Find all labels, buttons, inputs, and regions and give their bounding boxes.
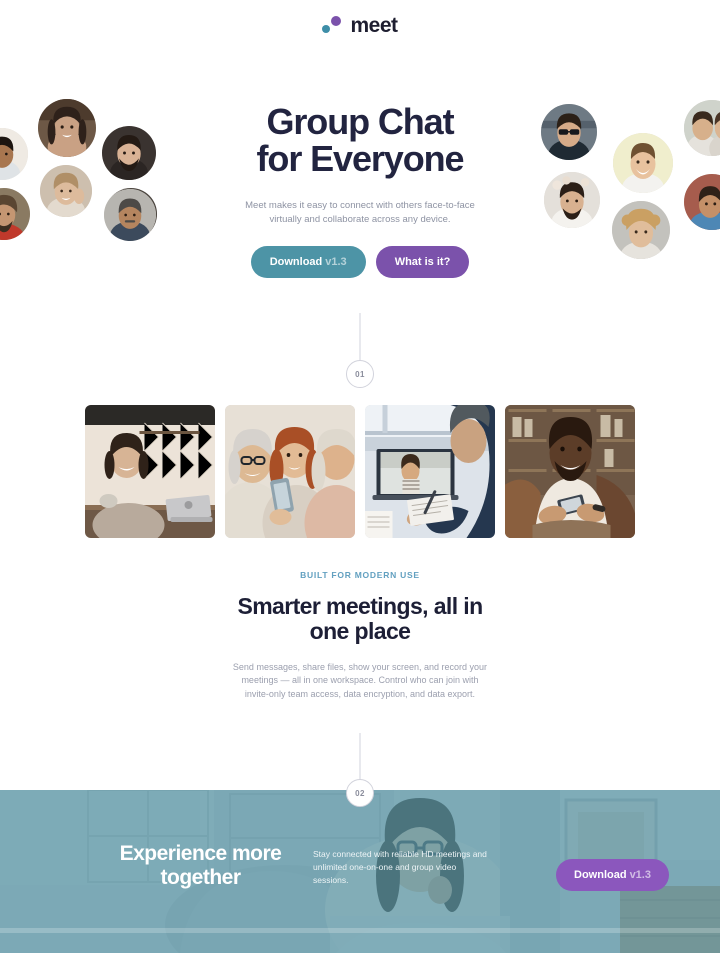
- image-gallery: [85, 405, 635, 538]
- feature-title: Smarter meetings, all in one place: [237, 593, 483, 644]
- hero-section: Group Chat for Everyone Meet makes it ea…: [0, 90, 720, 290]
- step-badge-one: 01: [346, 360, 374, 388]
- step-badge-two: 02: [346, 779, 374, 807]
- feature-title-line-1: Smarter meetings, all in: [237, 593, 483, 619]
- hero-cta-group: Download v1.3 What is it?: [250, 246, 470, 279]
- page-title: Group Chat for Everyone: [256, 101, 465, 179]
- logo-dots-icon: [322, 16, 342, 36]
- banner-download-version: v1.3: [629, 869, 651, 881]
- landing-page: meet Group Chat for Everyone Meet makes …: [0, 0, 720, 953]
- hero-subtitle: Meet makes it easy to connect with other…: [245, 200, 475, 225]
- feature-eyebrow: BUILT FOR MODERN USE: [300, 570, 420, 580]
- gallery-man-video-call-laptop[interactable]: [365, 405, 495, 538]
- gallery-man-smiling-phone[interactable]: [505, 405, 635, 538]
- step-badge-two-label: 02: [355, 788, 365, 798]
- step-badge-one-label: 01: [355, 369, 365, 379]
- banner-title-line-1: Experience more: [119, 842, 282, 865]
- banner-download-label: Download: [574, 869, 627, 881]
- hero-title-line-1: Group Chat: [266, 101, 455, 142]
- brand-logo[interactable]: meet: [322, 14, 398, 38]
- gallery-three-women-phone[interactable]: [225, 405, 355, 538]
- connector-line-one: [359, 313, 361, 362]
- banner-title-line-2: together: [160, 866, 242, 890]
- gallery-woman-laptop-kitchen[interactable]: [85, 405, 215, 538]
- logo-dot-teal-icon: [322, 25, 331, 33]
- download-button[interactable]: Download v1.3: [250, 246, 366, 279]
- download-button-version: v1.3: [325, 256, 347, 269]
- banner-title: Experience more together: [88, 842, 313, 890]
- feature-body: Send messages, share files, show your sc…: [232, 661, 488, 699]
- what-is-it-button-label: What is it?: [394, 256, 451, 269]
- connector-line-two: [359, 733, 361, 781]
- logo-dot-purple-icon: [331, 16, 342, 26]
- site-header: meet: [0, 0, 720, 52]
- what-is-it-button[interactable]: What is it?: [375, 246, 470, 279]
- gallery-image: [365, 405, 495, 538]
- gallery-image: [225, 405, 355, 538]
- feature-title-line-2: one place: [309, 617, 411, 644]
- feature-section: BUILT FOR MODERN USE Smarter meetings, a…: [0, 570, 720, 701]
- gallery-image: [505, 405, 635, 538]
- banner-download-button[interactable]: Download v1.3: [556, 859, 669, 891]
- gallery-image: [85, 405, 215, 538]
- hero-title-line-2: for Everyone: [256, 137, 465, 179]
- download-button-label: Download: [269, 256, 323, 269]
- banner-body: Stay connected with reliable HD meetings…: [313, 849, 487, 885]
- render-artifact-band: [0, 928, 720, 933]
- brand-name: meet: [350, 14, 398, 37]
